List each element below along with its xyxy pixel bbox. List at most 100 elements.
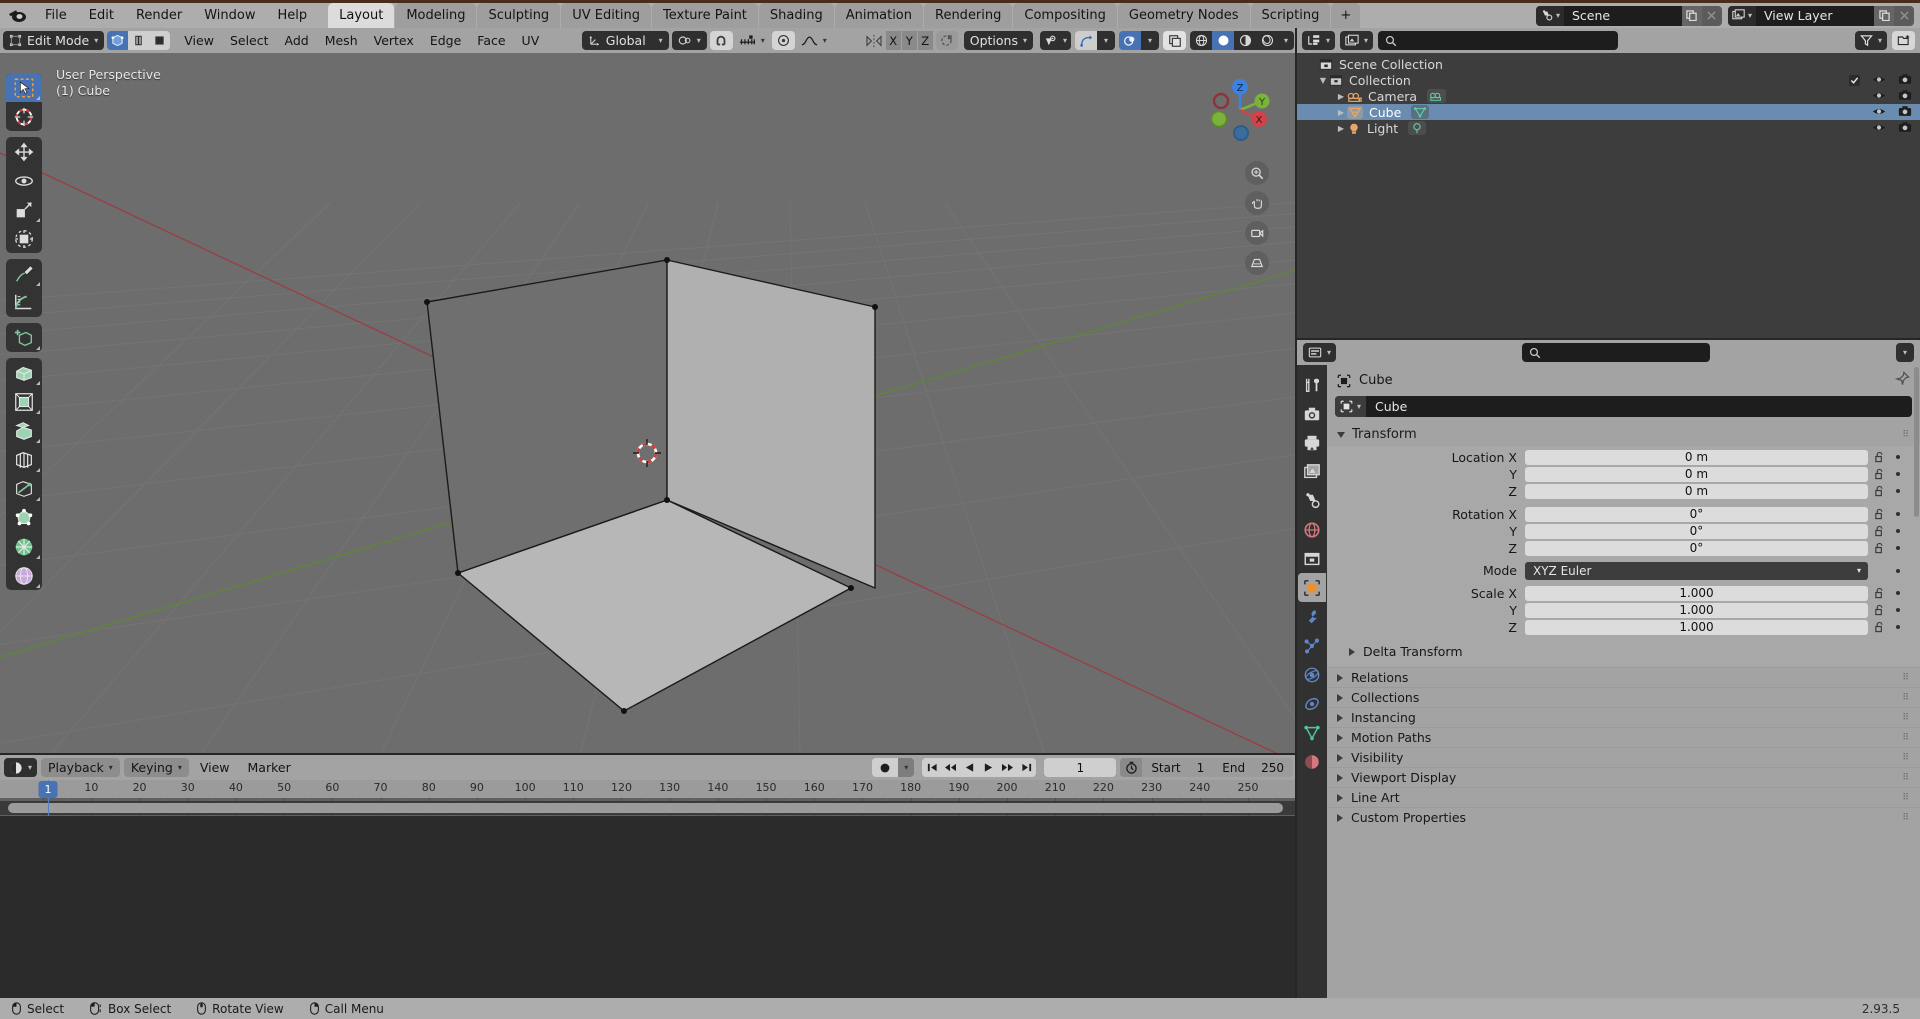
properties-tab-view-layer[interactable] (1298, 457, 1326, 486)
uv-mirror-toggle[interactable] (935, 31, 958, 50)
chevron-right-icon[interactable]: ▶ (1335, 108, 1347, 117)
object-name-value[interactable]: Cube (1366, 399, 1416, 414)
properties-tab-world[interactable] (1298, 515, 1326, 544)
camera-render-icon[interactable] (1898, 73, 1912, 88)
toggle-perspective-icon[interactable] (1245, 251, 1269, 275)
camera-render-icon[interactable] (1898, 121, 1912, 136)
menu-help[interactable]: Help (267, 3, 319, 28)
properties-tab-output[interactable] (1298, 428, 1326, 457)
viewport-menu-vertex[interactable]: Vertex (366, 31, 421, 50)
properties-tab-material[interactable] (1298, 747, 1326, 776)
properties-tab-render[interactable] (1298, 399, 1326, 428)
viewport-menu-face[interactable]: Face (470, 31, 513, 50)
mirror-x-toggle[interactable]: X (885, 31, 901, 50)
outliner-row-collection[interactable]: ▼ Collection (1297, 72, 1920, 88)
outliner-row-light[interactable]: ▶ Light (1297, 120, 1920, 136)
location-z-field[interactable]: 0 m (1525, 483, 1868, 499)
scrollbar-thumb[interactable] (8, 803, 1283, 813)
camera-render-icon[interactable] (1898, 105, 1912, 120)
outliner-editor-type-button[interactable]: ▾ (1302, 31, 1336, 50)
viewport-menu-select[interactable]: Select (222, 31, 276, 50)
workspace-tab-rendering[interactable]: Rendering (924, 3, 1013, 28)
xray-toggle[interactable] (1163, 31, 1186, 50)
mesh-data-icon[interactable] (1411, 105, 1430, 119)
start-frame-field[interactable]: Start 1 (1142, 758, 1213, 777)
scene-name[interactable]: Scene (1563, 5, 1682, 26)
location-y-field[interactable]: 0 m (1525, 466, 1868, 482)
stopwatch-icon[interactable] (1120, 758, 1143, 777)
cursor-tool[interactable] (6, 102, 42, 131)
unlock-icon[interactable] (1874, 468, 1885, 480)
scale-z-field[interactable]: 1.000 (1525, 619, 1868, 635)
unlock-icon[interactable] (1874, 587, 1885, 599)
object-visibility-dropdown[interactable]: ▾ (1039, 31, 1071, 50)
properties-search-input[interactable] (1522, 343, 1710, 362)
workspace-tab-scripting[interactable]: Scripting (1250, 3, 1331, 28)
proportional-edit-toggle[interactable] (771, 31, 795, 50)
blender-logo-icon[interactable] (0, 3, 34, 28)
knife-tool[interactable] (6, 474, 42, 503)
properties-tab-particles[interactable] (1298, 631, 1326, 660)
panel-instancing[interactable]: Instancing ⠿ (1327, 707, 1920, 727)
properties-tab-modifiers[interactable] (1298, 602, 1326, 631)
properties-options-dropdown[interactable]: ▾ (1895, 343, 1914, 362)
chevron-right-icon[interactable]: ▶ (1335, 92, 1347, 101)
unlock-icon[interactable] (1874, 525, 1885, 537)
properties-vertical-scrollbar[interactable] (1914, 367, 1919, 517)
animate-property-dot[interactable] (1896, 455, 1900, 459)
edge-select-icon[interactable] (128, 31, 150, 50)
collection-exclude-checkbox[interactable] (1849, 74, 1860, 86)
chevron-down-icon[interactable]: ▼ (1317, 76, 1329, 85)
outliner-row-camera[interactable]: ▶ Camera (1297, 88, 1920, 104)
outliner-filter-button[interactable]: ▾ (1854, 31, 1887, 50)
area-divider-vertical[interactable] (1295, 28, 1297, 998)
timeline-menu-keying[interactable]: Keying ▾ (123, 758, 189, 777)
snap-magnet-toggle[interactable] (709, 31, 733, 50)
outliner-row-scene-collection[interactable]: Scene Collection (1297, 56, 1920, 72)
viewport-menu-edge[interactable]: Edge (422, 31, 469, 50)
properties-body[interactable]: Cube ▾ Cube Transform ⠿ Location X 0 m Y… (1327, 365, 1920, 998)
outliner-search-input[interactable] (1378, 31, 1619, 50)
panel-collections[interactable]: Collections ⠿ (1327, 687, 1920, 707)
gizmo-toggle[interactable] (1075, 31, 1097, 50)
animate-property-dot[interactable] (1896, 568, 1900, 573)
unlock-icon[interactable] (1874, 451, 1885, 463)
animate-property-dot[interactable] (1896, 608, 1900, 612)
outliner-id-filter-button[interactable]: ▾ (1340, 31, 1374, 50)
unlock-icon[interactable] (1874, 485, 1885, 497)
workspace-tab-texture-paint[interactable]: Texture Paint (652, 3, 758, 28)
properties-editor-type-button[interactable]: ▾ (1303, 343, 1337, 362)
scene-selector[interactable]: ▾ Scene (1535, 5, 1722, 26)
jump-to-start-icon[interactable] (922, 758, 941, 777)
measure-tool[interactable] (6, 288, 42, 317)
unlock-icon[interactable] (1874, 604, 1885, 616)
animate-property-dot[interactable] (1896, 591, 1900, 595)
workspace-tab-layout[interactable]: Layout (328, 3, 395, 28)
eye-icon[interactable] (1872, 89, 1886, 104)
viewport-menu-mesh[interactable]: Mesh (317, 31, 365, 50)
animate-property-dot[interactable] (1896, 489, 1900, 493)
solid-shading-icon[interactable] (1212, 31, 1234, 50)
menu-render[interactable]: Render (125, 3, 193, 28)
panel-custom-properties[interactable]: Custom Properties ⠿ (1327, 807, 1920, 827)
extrude-region-tool[interactable] (6, 358, 42, 387)
properties-tab-data[interactable] (1298, 718, 1326, 747)
auto-keying-dropdown[interactable]: ▾ (898, 758, 915, 777)
transform-panel-header[interactable]: Transform ⠿ (1327, 423, 1920, 446)
properties-tab-constraints[interactable] (1298, 689, 1326, 718)
object-icon[interactable]: ▾ (1335, 396, 1367, 417)
auto-keying-record-icon[interactable] (872, 758, 899, 777)
view-layer-name[interactable]: View Layer (1756, 5, 1874, 26)
jump-to-end-icon[interactable] (1017, 758, 1036, 777)
new-scene-button[interactable] (1681, 5, 1702, 26)
timeline-editor-type-button[interactable]: ▾ (4, 758, 38, 777)
eye-icon[interactable] (1872, 73, 1886, 88)
animate-property-dot[interactable] (1896, 512, 1900, 516)
navigation-gizmo[interactable]: Z Y X (1205, 75, 1275, 145)
move-tool[interactable] (6, 137, 42, 166)
end-frame-field[interactable]: End 250 (1213, 758, 1293, 777)
loop-cut-tool[interactable] (6, 445, 42, 474)
smooth-tool[interactable] (6, 561, 42, 590)
mode-selector[interactable]: Edit Mode ▾ (3, 31, 105, 50)
workspace-tab-modeling[interactable]: Modeling (395, 3, 477, 28)
